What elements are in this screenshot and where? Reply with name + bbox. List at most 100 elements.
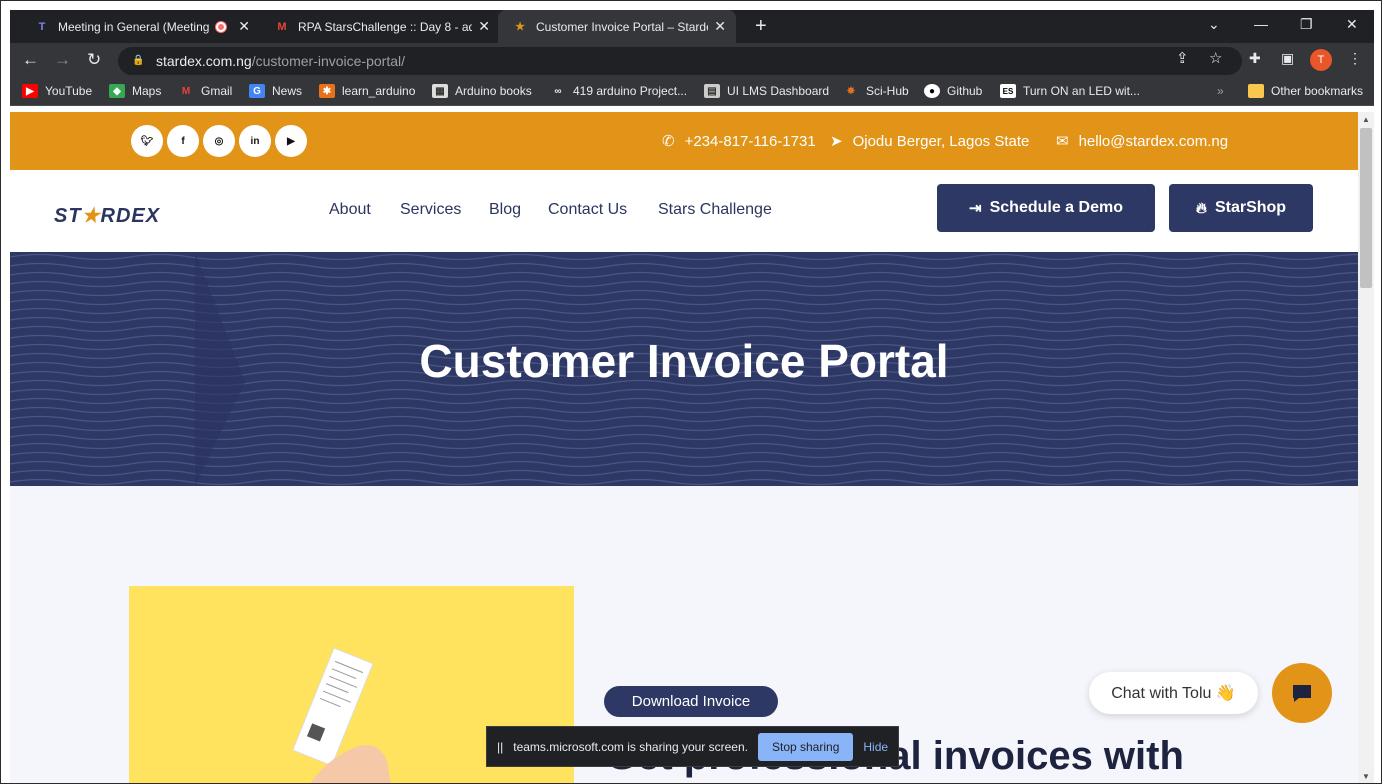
bookmark-label: Arduino books	[455, 84, 532, 98]
news-icon: G	[249, 84, 265, 98]
nav-blog[interactable]: Blog	[489, 201, 521, 219]
scroll-down-icon[interactable]: ▼	[1362, 772, 1370, 781]
folder-icon	[1248, 84, 1264, 98]
side-panel-icon[interactable]: ▣	[1281, 50, 1294, 67]
bookmark-news[interactable]: G News	[249, 84, 302, 98]
more-bookmarks-icon[interactable]: »	[1217, 84, 1224, 98]
chat-bubble-icon	[1293, 685, 1311, 702]
linkedin-icon[interactable]: in	[239, 125, 271, 157]
bookmark-label: News	[272, 84, 303, 98]
youtube-icon[interactable]: ▶	[275, 125, 307, 157]
bookmark-youtube[interactable]: ▶ YouTube	[22, 84, 92, 98]
profile-avatar[interactable]: T	[1310, 49, 1332, 71]
location-arrow-icon: ➤	[830, 133, 843, 150]
recording-icon	[216, 21, 227, 32]
share-icon[interactable]: ⇪	[1176, 49, 1189, 67]
facebook-icon[interactable]: f	[167, 125, 199, 157]
tab-teams-meeting[interactable]: T Meeting in General (Meeting ✕	[20, 10, 260, 43]
tab-customer-invoice-portal[interactable]: ★ Customer Invoice Portal – Stardex ✕	[498, 10, 736, 43]
minimize-icon[interactable]: —	[1254, 16, 1268, 32]
bookmark-star-icon[interactable]: ☆	[1209, 49, 1222, 67]
contact-topbar: 🐦︎ f ◎ in ▶ ✆ +234-817-116-1731 ➤ Ojodu Be…	[10, 112, 1358, 170]
fire-icon: 🔥︎	[1195, 199, 1207, 217]
nav-stars-challenge[interactable]: Stars Challenge	[658, 201, 772, 219]
tab-rpa-starschallenge[interactable]: M RPA StarsChallenge :: Day 8 - ada ✕	[260, 10, 500, 43]
starshop-button[interactable]: 🔥︎ StarShop	[1169, 184, 1313, 232]
screen-share-bar: || teams.microsoft.com is sharing your s…	[486, 726, 899, 767]
bookmark-github[interactable]: ● Github	[924, 84, 982, 98]
infinity-icon: ∞	[554, 85, 562, 97]
page-content: 🐦︎ f ◎ in ▶ ✆ +234-817-116-1731 ➤ Ojodu Be…	[10, 112, 1358, 783]
chat-button[interactable]	[1272, 663, 1332, 723]
bookmark-419-arduino[interactable]: ∞ 419 arduino Project...	[550, 84, 687, 98]
arduino-icon: ✱	[319, 84, 335, 98]
close-tab-icon[interactable]: ✕	[714, 18, 726, 35]
browser-toolbar: ← → ↻ 🔒 stardex.com.ng /customer-invoice…	[10, 43, 1374, 79]
logo-text-end: RDEX	[100, 205, 161, 227]
scroll-up-icon[interactable]: ▲	[1362, 115, 1370, 124]
bookmark-maps[interactable]: ◆ Maps	[109, 84, 161, 98]
stardex-logo[interactable]: ST★RDEX	[54, 203, 160, 228]
hide-button[interactable]: Hide	[863, 740, 888, 754]
address-bar[interactable]: 🔒 stardex.com.ng /customer-invoice-porta…	[118, 47, 1242, 75]
nav-about[interactable]: About	[329, 201, 371, 219]
bookmark-turn-on-led[interactable]: ES Turn ON an LED wit...	[1000, 84, 1140, 98]
menu-icon[interactable]: ⋮	[1348, 50, 1362, 67]
location-contact: ➤ Ojodu Berger, Lagos State	[830, 132, 1029, 151]
scrollbar-thumb[interactable]	[1360, 128, 1372, 288]
schedule-demo-button[interactable]: ⇥ Schedule a Demo	[937, 184, 1155, 232]
page-scrollbar[interactable]: ▲ ▼	[1358, 112, 1374, 783]
back-icon[interactable]: ←	[22, 50, 39, 70]
tab-title: RPA StarsChallenge :: Day 8 - ada	[298, 19, 473, 34]
logo-text-start: ST	[54, 205, 82, 227]
bookmark-label: Maps	[132, 84, 162, 98]
share-message: teams.microsoft.com is sharing your scre…	[513, 739, 748, 754]
starshop-label: StarShop	[1214, 199, 1287, 216]
twitter-icon[interactable]: 🐦︎	[131, 125, 163, 157]
bookmark-label: Github	[947, 84, 983, 98]
email-contact[interactable]: ✉ hello@stardex.com.ng	[1056, 132, 1229, 151]
gmail-icon: M	[181, 85, 191, 97]
reload-icon[interactable]: ↻	[87, 50, 101, 70]
bookmark-arduino-books[interactable]: ▦ Arduino books	[432, 84, 532, 98]
bookmark-label: Other bookmarks	[1271, 84, 1364, 98]
close-window-icon[interactable]: ✕	[1346, 16, 1358, 33]
youtube-icon: ▶	[22, 84, 38, 98]
email-text: hello@stardex.com.ng	[1078, 132, 1229, 150]
stardex-icon: ★	[515, 21, 525, 33]
phone-contact[interactable]: ✆ +234-817-116-1731	[662, 132, 816, 151]
github-icon: ●	[924, 84, 940, 98]
tab-title: Customer Invoice Portal – Stardex	[536, 19, 709, 34]
new-tab-icon[interactable]: +	[755, 15, 767, 38]
schedule-demo-label: Schedule a Demo	[989, 199, 1123, 216]
download-invoice-button[interactable]: Download Invoice	[604, 686, 778, 717]
nav-services[interactable]: Services	[400, 201, 461, 219]
bookmarks-bar: ▶ YouTube ◆ Maps M Gmail G News ✱ learn_ardui…	[10, 79, 1374, 106]
close-tab-icon[interactable]: ✕	[238, 18, 250, 35]
teams-icon: T	[38, 20, 46, 33]
forward-icon[interactable]: →	[54, 50, 71, 70]
other-bookmarks[interactable]: Other bookmarks	[1248, 84, 1363, 98]
close-tab-icon[interactable]: ✕	[478, 18, 490, 35]
stop-sharing-button[interactable]: Stop sharing	[757, 732, 854, 761]
url-path: /customer-invoice-portal/	[251, 53, 405, 69]
bookmark-scihub[interactable]: ✸ Sci-Hub	[843, 84, 909, 98]
tab-strip: T Meeting in General (Meeting ✕ M RPA St…	[10, 10, 1374, 43]
restore-icon[interactable]: ❐	[1300, 16, 1313, 33]
drag-handle-icon[interactable]: ||	[497, 740, 503, 754]
bookmark-gmail[interactable]: M Gmail	[178, 84, 233, 98]
extensions-icon[interactable]: ✚	[1249, 50, 1261, 67]
bookmark-ui-lms[interactable]: ▤ UI LMS Dashboard	[704, 84, 829, 98]
nav-contact-us[interactable]: Contact Us	[548, 201, 627, 219]
maps-icon: ◆	[109, 84, 125, 98]
page-icon: ▤	[704, 84, 720, 98]
instagram-icon[interactable]: ◎	[203, 125, 235, 157]
bookmark-learn-arduino[interactable]: ✱ learn_arduino	[319, 84, 415, 98]
chat-greeting[interactable]: Chat with Tolu 👋	[1089, 672, 1258, 714]
bookmark-label: YouTube	[45, 84, 93, 98]
bookmark-label: learn_arduino	[342, 84, 416, 98]
url-host: stardex.com.ng	[156, 53, 252, 69]
logo-star-icon: ★	[81, 205, 101, 227]
bookmark-label: Gmail	[201, 84, 233, 98]
tab-search-icon[interactable]: ⌄	[1208, 16, 1220, 33]
